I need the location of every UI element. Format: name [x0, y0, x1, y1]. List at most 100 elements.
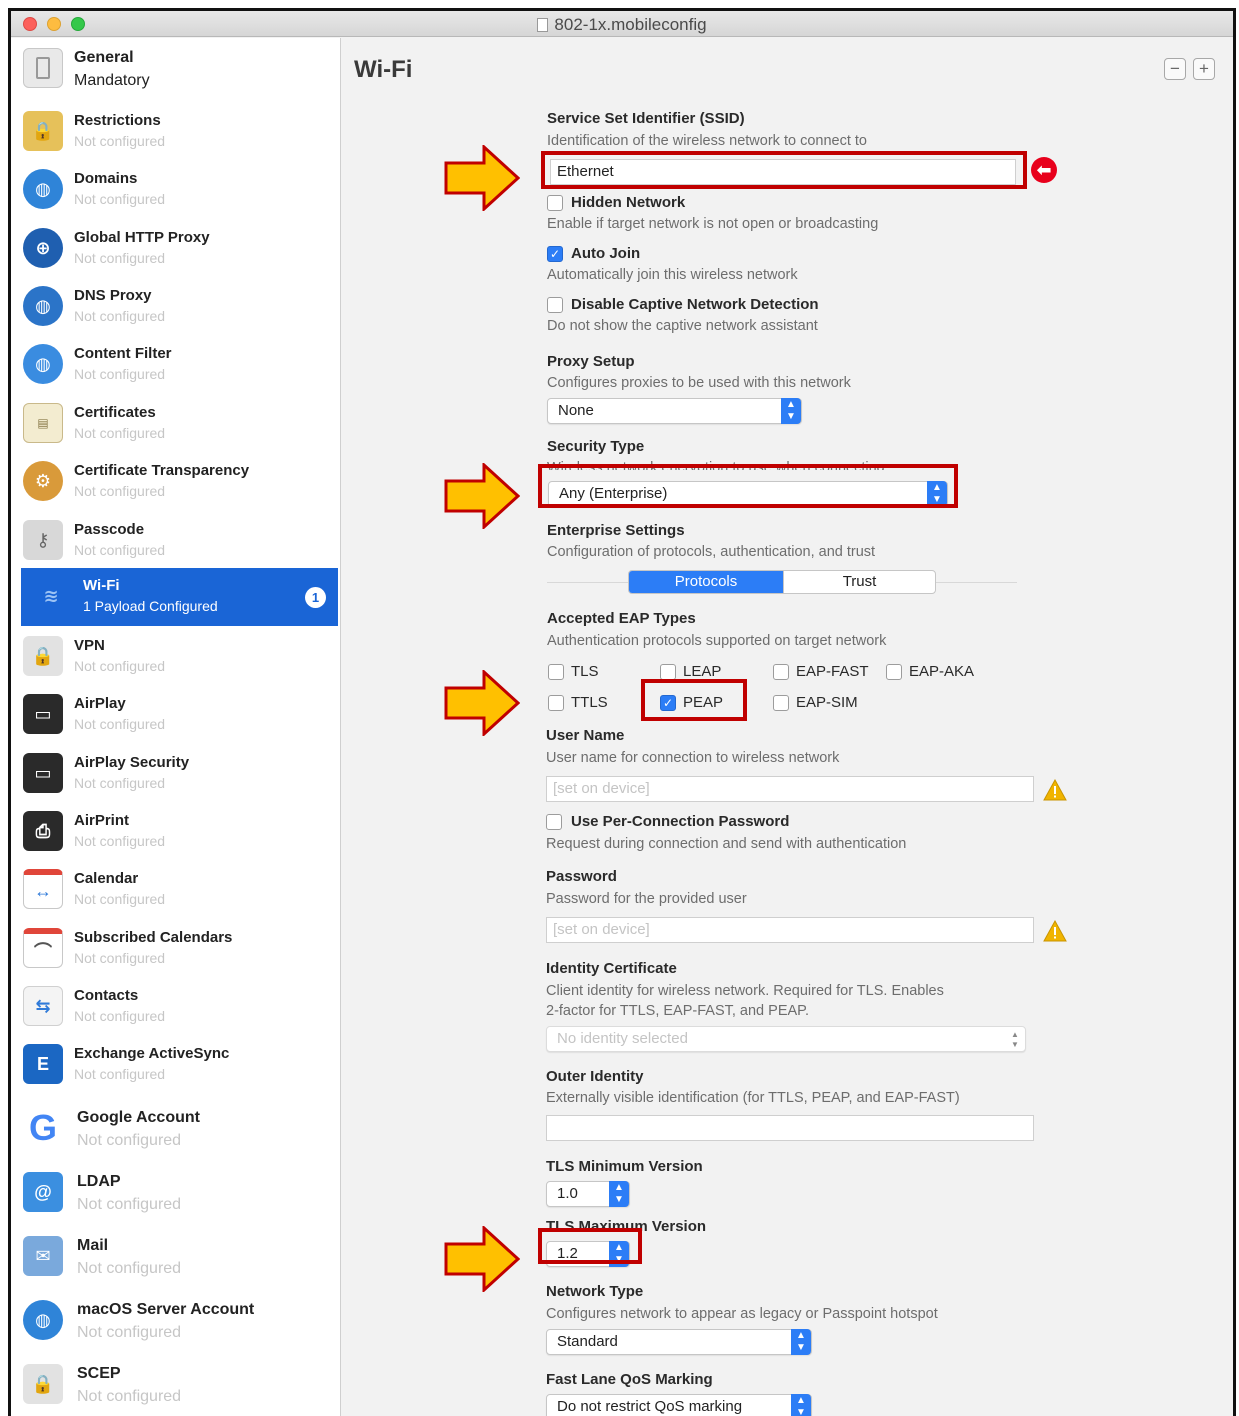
payload-count-badge: 1 — [305, 587, 326, 608]
tls-min-version-select[interactable]: 1.0 ▲ ▼ — [546, 1181, 630, 1207]
sidebar-item-label: SCEP — [77, 1365, 121, 1382]
proxy-setup-value: None — [558, 402, 594, 419]
eap-leap-checkbox[interactable] — [660, 664, 676, 680]
sidebar-item-label: Passcode — [74, 521, 145, 538]
proxy-setup-select[interactable]: None ▲ ▼ — [547, 398, 802, 424]
eap-tls-label: TLS — [571, 663, 599, 680]
eap-types-label: Accepted EAP Types — [547, 610, 696, 627]
stepper-icon: ▲ ▼ — [1011, 1030, 1019, 1049]
sidebar-item-status: Not configured — [74, 1066, 166, 1082]
per-connection-password-description: Request during connection and send with … — [546, 836, 907, 852]
eap-tls-checkbox[interactable] — [548, 664, 564, 680]
tls-max-highlight-box — [538, 1228, 642, 1264]
network-type-select[interactable]: Standard ▲ ▼ — [546, 1329, 812, 1355]
sidebar-item-label: Content Filter — [74, 345, 172, 362]
eap-aka-label: EAP-AKA — [909, 663, 975, 680]
eap-fast-label: EAP-FAST — [796, 663, 869, 680]
sidebar-item-exchange-activesync[interactable]: E Exchange ActiveSync Not configured — [11, 1036, 341, 1094]
network-type-label: Network Type — [546, 1283, 644, 1300]
identity-certificate-select[interactable]: No identity selected ▲ ▼ — [546, 1026, 1026, 1052]
gear-icon: ⚙ — [23, 461, 63, 501]
sidebar-item-certificates[interactable]: ▤ Certificates Not configured — [11, 395, 341, 453]
add-payload-button[interactable]: + — [1193, 58, 1215, 80]
captive-detection-label: Disable Captive Network Detection — [571, 296, 819, 313]
username-label: User Name — [546, 727, 625, 744]
sidebar-item-airprint[interactable]: ⎙ AirPrint Not configured — [11, 803, 341, 861]
username-input[interactable]: [set on device] — [546, 776, 1034, 802]
eap-ttls-checkbox[interactable] — [548, 695, 564, 711]
sidebar-item-status: Not configured — [74, 716, 166, 732]
sidebar-item-ldap[interactable]: @ LDAP Not configured — [11, 1164, 341, 1222]
sidebar-item-status: Not configured — [74, 250, 166, 266]
sidebar-item-scep[interactable]: 🔒 SCEP Not configured — [11, 1356, 341, 1414]
eap-leap-label: LEAP — [683, 663, 722, 680]
page-title: Wi-Fi — [354, 56, 413, 83]
sidebar-item-label: macOS Server Account — [77, 1301, 255, 1318]
sidebar-item-passcode[interactable]: ⚷ Passcode Not configured — [11, 512, 341, 570]
sidebar-item-status: Not configured — [74, 425, 166, 441]
sidebar-item-airplay-security[interactable]: ▭ AirPlay Security Not configured — [11, 745, 341, 803]
sidebar-item-label: AirPlay Security — [74, 754, 190, 771]
username-description: User name for connection to wireless net… — [546, 750, 840, 766]
sidebar-item-vpn[interactable]: 🔒 VPN Not configured — [11, 628, 341, 686]
tab-protocols[interactable]: Protocols — [629, 571, 783, 593]
qos-marking-select[interactable]: Do not restrict QoS marking ▲ ▼ — [546, 1394, 812, 1416]
hidden-network-description: Enable if target network is not open or … — [547, 216, 879, 232]
qos-marking-label: Fast Lane QoS Marking — [546, 1371, 713, 1388]
arrow-right-icon — [444, 463, 520, 529]
tab-trust[interactable]: Trust — [783, 571, 935, 593]
calendar-icon: ↔ — [23, 869, 63, 909]
tls-min-version-value: 1.0 — [557, 1185, 578, 1202]
remove-circle-icon: ⬅ — [1031, 157, 1057, 183]
hidden-network-checkbox[interactable] — [547, 195, 563, 211]
wifi-icon: ≋ — [43, 585, 59, 606]
sidebar-item-label: VPN — [74, 637, 105, 654]
proxy-globe-icon: ⊕ — [23, 228, 63, 268]
sidebar-item-status: Not configured — [74, 366, 166, 382]
sidebar-item-content-filter[interactable]: ◍ Content Filter Not configured — [11, 336, 341, 394]
hidden-network-label: Hidden Network — [571, 194, 686, 211]
remove-payload-button[interactable]: − — [1164, 58, 1186, 80]
sidebar-item-certificate-transparency[interactable]: ⚙ Certificate Transparency Not configure… — [11, 453, 341, 511]
sidebar-item-label: Mail — [77, 1237, 109, 1254]
sidebar-item-subscribed-calendars[interactable]: ⌒ Subscribed Calendars Not configured — [11, 920, 341, 978]
outer-identity-description: Externally visible identification (for T… — [546, 1090, 960, 1106]
captive-detection-checkbox[interactable] — [547, 297, 563, 313]
warning-icon — [1043, 779, 1067, 801]
sidebar-item-domains[interactable]: ◍ Domains Not configured — [11, 161, 341, 219]
certificate-icon: ▤ — [23, 403, 63, 443]
sidebar-item-global-http-proxy[interactable]: ⊕ Global HTTP Proxy Not configured — [11, 220, 341, 278]
sidebar-item-dns-proxy[interactable]: ◍ DNS Proxy Not configured — [11, 278, 341, 336]
per-connection-password-checkbox[interactable] — [546, 814, 562, 830]
sidebar-item-status: Not configured — [77, 1324, 182, 1341]
key-icon: ⚷ — [23, 520, 63, 560]
sidebar-item-calendar[interactable]: ↔ Calendar Not configured — [11, 861, 341, 919]
eap-aka-checkbox[interactable] — [886, 664, 902, 680]
window-title: 802-1x.mobileconfig — [11, 15, 1233, 35]
sidebar-item-status: 1 Payload Configured — [83, 598, 218, 614]
title-bar: 802-1x.mobileconfig — [11, 11, 1233, 37]
identity-certificate-label: Identity Certificate — [546, 960, 677, 977]
sidebar-item-wifi[interactable]: ≋ Wi-Fi 1 Payload Configured 1 — [21, 568, 338, 626]
identity-certificate-description: Client identity for wireless network. Re… — [546, 983, 944, 999]
sidebar-item-general[interactable]: General Mandatory — [11, 40, 341, 98]
sidebar-item-restrictions[interactable]: 🔒 Restrictions Not configured — [11, 103, 341, 161]
eap-fast-checkbox[interactable] — [773, 664, 789, 680]
auto-join-label: Auto Join — [571, 245, 641, 262]
tls-min-version-label: TLS Minimum Version — [546, 1158, 703, 1175]
outer-identity-input[interactable] — [546, 1115, 1034, 1141]
sidebar-item-status: Not configured — [77, 1132, 182, 1149]
sidebar-item-macos-server-account[interactable]: ◍ macOS Server Account Not configured — [11, 1292, 341, 1350]
eap-sim-checkbox[interactable] — [773, 695, 789, 711]
sidebar-item-google-account[interactable]: G Google Account Not configured — [11, 1100, 341, 1158]
proxy-setup-label: Proxy Setup — [547, 353, 635, 370]
sidebar-item-status: Not configured — [74, 1008, 166, 1024]
auto-join-checkbox[interactable]: ✓ — [547, 246, 563, 262]
sidebar-item-label: DNS Proxy — [74, 287, 152, 304]
sidebar-item-contacts[interactable]: ⇆ Contacts Not configured — [11, 978, 341, 1036]
sidebar-item-airplay[interactable]: ▭ AirPlay Not configured — [11, 686, 341, 744]
identity-certificate-description-2: 2-factor for TTLS, EAP-FAST, and PEAP. — [546, 1003, 809, 1019]
password-input[interactable]: [set on device] — [546, 917, 1034, 943]
sidebar-item-label: AirPrint — [74, 812, 130, 829]
sidebar-item-mail[interactable]: ✉ Mail Not configured — [11, 1228, 341, 1286]
